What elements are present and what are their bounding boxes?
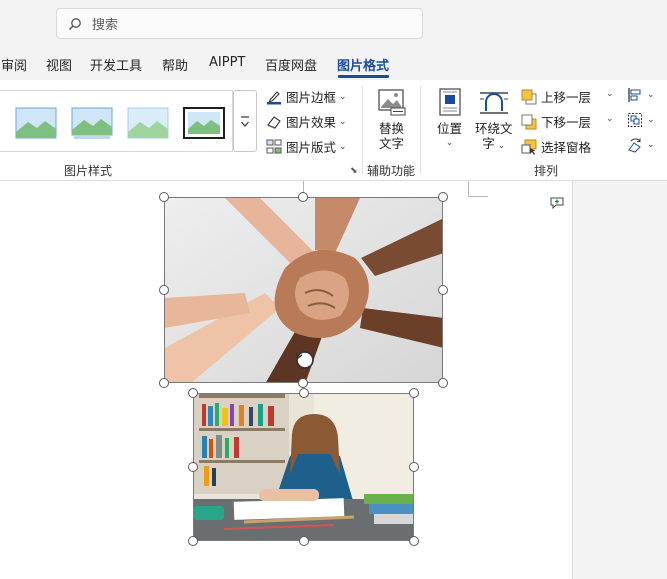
group-divider xyxy=(362,86,363,174)
chevron-down-icon: ⌄ xyxy=(647,140,655,150)
bring-forward-icon xyxy=(521,89,537,104)
chevron-down-icon: ⌄ xyxy=(339,91,347,102)
picture-style-1-icon[interactable] xyxy=(15,107,57,139)
resize-handle[interactable] xyxy=(409,462,419,472)
rotate-button[interactable]: ⌄ xyxy=(627,137,655,153)
ribbon-tabs: 审阅 视图 开发工具 帮助 AIPPT 百度网盘 图片格式 xyxy=(0,46,667,80)
picture-layout-icon xyxy=(266,139,282,153)
resize-handle[interactable] xyxy=(299,536,309,546)
girl-studying-photo xyxy=(194,394,413,540)
rotate-icon xyxy=(628,138,641,153)
position-button[interactable]: 位置 ⌄ xyxy=(437,121,462,151)
resize-handle[interactable] xyxy=(188,388,198,398)
rotate-handle-icon[interactable] xyxy=(294,349,316,371)
resize-handle[interactable] xyxy=(298,378,308,388)
send-backward-label: 下移一层 xyxy=(541,115,592,130)
chevron-down-icon: ⌄ xyxy=(339,141,347,152)
alt-text-label-line1: 替换 xyxy=(379,121,405,136)
bring-forward-button[interactable]: 上移一层 xyxy=(521,87,591,106)
bring-forward-label: 上移一层 xyxy=(541,90,592,105)
title-bar: 搜索 xyxy=(0,0,667,46)
selection-pane-button[interactable]: 选择窗格 xyxy=(521,137,591,156)
resize-handle[interactable] xyxy=(298,192,308,202)
picture-style-3-icon[interactable] xyxy=(127,107,169,139)
position-label: 位置 xyxy=(437,121,463,136)
resize-handle[interactable] xyxy=(159,285,169,295)
chevron-down-icon[interactable]: ⌄ xyxy=(606,89,614,99)
tab-aippt[interactable]: AIPPT xyxy=(209,55,245,70)
group-objects-icon xyxy=(628,113,642,127)
margin-mark xyxy=(468,181,469,197)
wrap-text-button[interactable]: 环绕文 字 ⌄ xyxy=(475,121,513,154)
ribbon: 图片边框 ⌄ 图片效果 ⌄ 图片版式 ⌄ 图片样式 ⬊ 替换 文字 辅助功能 位… xyxy=(0,80,667,181)
send-backward-button[interactable]: 下移一层 xyxy=(521,112,591,131)
picture-layout-button[interactable]: 图片版式 ⌄ xyxy=(266,137,347,156)
picture-border-label: 图片边框 xyxy=(286,90,337,105)
chevron-down-icon: ⌄ xyxy=(445,138,454,148)
selection-pane-icon xyxy=(521,139,537,155)
more-chevron-icon xyxy=(241,116,249,127)
search-box[interactable]: 搜索 xyxy=(56,8,423,39)
alt-text-icon xyxy=(378,89,406,116)
chevron-down-icon[interactable]: ⌄ xyxy=(606,114,614,124)
resize-handle[interactable] xyxy=(409,536,419,546)
tab-help[interactable]: 帮助 xyxy=(162,55,188,74)
pencil-border-icon xyxy=(267,90,281,104)
resize-handle[interactable] xyxy=(159,378,169,388)
align-left-icon xyxy=(628,88,641,102)
wrap-text-label-line2: 字 xyxy=(482,136,495,151)
resize-handle[interactable] xyxy=(299,388,309,398)
chevron-down-icon: ⌄ xyxy=(494,141,506,151)
resize-handle[interactable] xyxy=(438,378,448,388)
resize-handle[interactable] xyxy=(438,192,448,202)
chevron-down-icon: ⌄ xyxy=(647,115,655,125)
gallery-more-button[interactable] xyxy=(233,90,257,152)
picture-border-button[interactable]: 图片边框 ⌄ xyxy=(266,87,347,106)
alt-text-label-line2: 文字 xyxy=(379,136,405,151)
position-icon xyxy=(439,88,461,116)
comment-add-icon[interactable] xyxy=(550,197,564,209)
tab-developer[interactable]: 开发工具 xyxy=(90,55,142,74)
picture-effects-label: 图片效果 xyxy=(286,115,337,130)
tab-view[interactable]: 视图 xyxy=(46,55,72,74)
chevron-down-icon: ⌄ xyxy=(647,90,655,100)
search-placeholder: 搜索 xyxy=(92,18,119,33)
active-tab-indicator xyxy=(338,75,389,78)
resize-handle[interactable] xyxy=(409,388,419,398)
picture-girl-studying[interactable] xyxy=(193,393,414,541)
picture-layout-label: 图片版式 xyxy=(286,140,337,155)
margin-mark xyxy=(468,196,488,197)
resize-handle[interactable] xyxy=(159,192,169,202)
resize-handle[interactable] xyxy=(438,285,448,295)
group-objects-button[interactable]: ⌄ xyxy=(627,112,655,128)
tab-picture-format[interactable]: 图片格式 xyxy=(337,55,389,74)
wrap-text-label-line1: 环绕文 xyxy=(475,121,513,136)
picture-styles-gallery xyxy=(0,90,233,152)
chevron-down-icon: ⌄ xyxy=(339,116,347,127)
send-backward-icon xyxy=(521,114,537,129)
dialog-launcher-icon[interactable]: ⬊ xyxy=(350,166,358,176)
wrap-text-icon xyxy=(480,92,508,114)
resize-handle[interactable] xyxy=(188,462,198,472)
picture-effects-icon xyxy=(267,115,281,129)
alt-text-button[interactable]: 替换 文字 xyxy=(379,121,404,151)
document-page[interactable] xyxy=(0,181,572,579)
group-divider xyxy=(420,86,421,174)
group-label-arrange: 排列 xyxy=(534,164,559,178)
tab-baidu-netdisk[interactable]: 百度网盘 xyxy=(265,55,317,74)
tab-review[interactable]: 审阅 xyxy=(1,55,27,74)
search-icon xyxy=(69,17,81,30)
align-button[interactable]: ⌄ xyxy=(627,87,655,103)
picture-style-4-icon[interactable] xyxy=(183,107,225,139)
resize-handle[interactable] xyxy=(188,536,198,546)
group-label-accessibility: 辅助功能 xyxy=(367,164,416,178)
group-label-picture-styles: 图片样式 xyxy=(64,164,113,178)
picture-style-2-icon[interactable] xyxy=(71,107,113,139)
right-side-pane xyxy=(572,181,667,579)
selection-pane-label: 选择窗格 xyxy=(541,140,592,155)
picture-effects-button[interactable]: 图片效果 ⌄ xyxy=(266,112,347,131)
